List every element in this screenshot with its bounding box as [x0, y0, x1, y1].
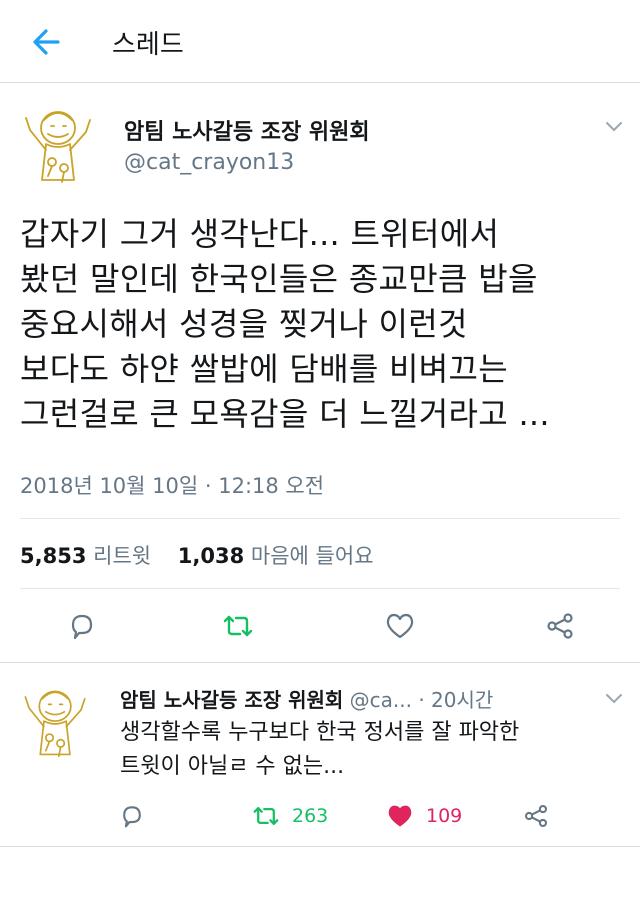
tweet-line: 중요시해서 성경을 찢거나 이런것 — [20, 305, 468, 343]
retweet-button[interactable] — [246, 798, 286, 834]
likes-label[interactable]: 마음에 들어요 — [251, 544, 374, 568]
like-button[interactable] — [380, 608, 420, 644]
avatar[interactable] — [18, 100, 100, 190]
retweet-button[interactable] — [218, 608, 258, 644]
reply-line: 트윗이 아닐ㄹ 수 없는... — [120, 754, 345, 779]
share-icon — [547, 613, 573, 639]
retweet-icon — [223, 615, 253, 637]
reply-author-handle[interactable]: @ca... — [350, 688, 412, 712]
timestamp: 2018년 10월 10일 · 12:18 오전 — [20, 474, 325, 498]
divider — [20, 588, 620, 589]
tweet-line: 봤던 말인데 한국인들은 종교만큼 밥을 — [20, 260, 538, 298]
heart-icon — [386, 613, 414, 639]
top-bar: 스레드 — [0, 0, 640, 83]
chevron-down-icon[interactable] — [604, 120, 624, 134]
tweet-line: 그런걸로 큰 모욕감을 더 느낄거라고 ... — [20, 395, 550, 433]
divider — [20, 518, 620, 519]
retweets-label[interactable]: 리트윗 — [93, 544, 151, 568]
section-separator — [0, 846, 640, 847]
author-name[interactable]: 암팀 노사갈등 조장 위원회 — [124, 114, 370, 146]
reply-icon — [71, 614, 93, 640]
page-title: 스레드 — [112, 30, 184, 60]
back-arrow-icon[interactable] — [28, 24, 68, 60]
chevron-down-icon[interactable] — [604, 692, 624, 706]
retweets-count[interactable]: 5,853 — [20, 544, 86, 568]
reply-button[interactable] — [62, 608, 102, 644]
share-button[interactable] — [516, 798, 556, 834]
reply-line: 생각할수록 누구보다 한국 정서를 잘 파악한 — [120, 720, 520, 745]
reply-header: 암팀 노사갈등 조장 위원회 @ca... · 20시간 — [120, 684, 493, 713]
reply-icon — [123, 806, 141, 828]
reply-time: · 20시간 — [418, 688, 494, 712]
likes-count[interactable]: 1,038 — [178, 544, 244, 568]
like-count[interactable]: 109 — [426, 805, 462, 827]
reply-button[interactable] — [112, 798, 152, 834]
share-icon — [524, 804, 548, 828]
reply-text: 생각할수록 누구보다 한국 정서를 잘 파악한 트윗이 아닐ㄹ 수 없는... — [120, 716, 610, 784]
heart-icon — [388, 805, 412, 827]
stats-row: 5,853 리트윗 1,038 마음에 들어요 — [20, 540, 374, 570]
tweet-line: 갑자기 그거 생각난다... 트위터에서 — [20, 215, 500, 253]
retweet-count[interactable]: 263 — [292, 805, 328, 827]
retweet-icon — [253, 807, 279, 825]
author-handle[interactable]: @cat_crayon13 — [124, 150, 294, 175]
reply-author-name[interactable]: 암팀 노사갈등 조장 위원회 — [120, 688, 343, 712]
tweet-text: 갑자기 그거 생각난다... 트위터에서 봤던 말인데 한국인들은 종교만큼 밥… — [20, 212, 630, 437]
tweet-line: 보다도 하얀 쌀밥에 담배를 비벼끄는 — [20, 350, 508, 388]
section-separator — [0, 662, 640, 663]
share-button[interactable] — [540, 608, 580, 644]
avatar[interactable] — [18, 680, 94, 764]
like-button[interactable] — [380, 798, 420, 834]
